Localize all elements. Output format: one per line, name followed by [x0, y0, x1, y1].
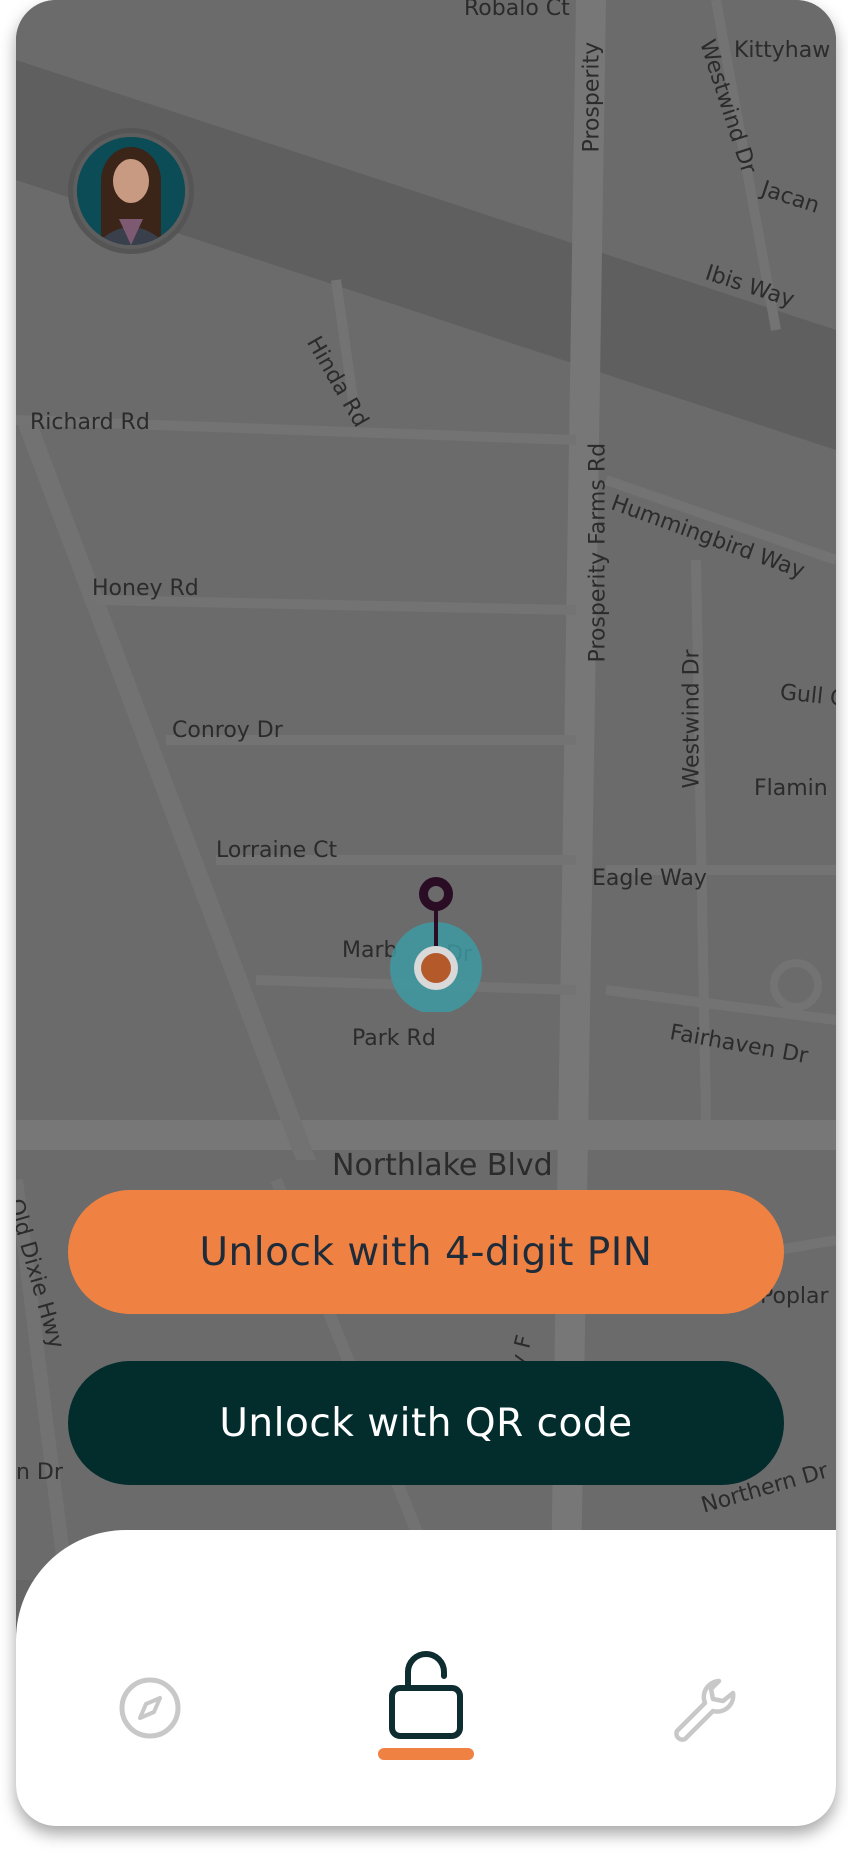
unlock-qr-button[interactable]: Unlock with QR code: [68, 1361, 784, 1485]
street-label: Prosperity: [579, 41, 605, 153]
street-label: Lorraine Ct: [216, 838, 338, 863]
bottom-navigation: [16, 1530, 836, 1826]
street-label: Kittyhaw: [734, 38, 831, 63]
street-label: Conroy Dr: [172, 718, 283, 743]
unlock-qr-label: Unlock with QR code: [219, 1400, 633, 1446]
unlock-pin-button[interactable]: Unlock with 4-digit PIN: [68, 1190, 784, 1314]
unlock-icon[interactable]: [386, 1636, 466, 1748]
street-label: Prosperity Farms Rd: [585, 442, 611, 663]
wrench-icon[interactable]: [662, 1668, 742, 1748]
street-label: Eagle Way: [592, 866, 707, 891]
phone-screen: Robalo Ct Kittyhaw Westwind Dr Prosperit…: [16, 0, 836, 1826]
street-label: Flamin: [754, 776, 828, 801]
location-marker[interactable]: [378, 872, 498, 1012]
street-label: n Dr: [16, 1460, 63, 1485]
unlock-pin-label: Unlock with 4-digit PIN: [199, 1229, 653, 1275]
street-label: Northlake Blvd: [332, 1148, 553, 1183]
active-tab-indicator: [378, 1748, 474, 1760]
street-label: Robalo Ct: [464, 0, 570, 21]
street-label: Richard Rd: [30, 410, 150, 435]
street-label: Westwind Dr: [679, 649, 705, 789]
map-view[interactable]: Robalo Ct Kittyhaw Westwind Dr Prosperit…: [16, 0, 836, 1580]
street-label: Park Rd: [352, 1026, 436, 1051]
street-label: Honey Rd: [92, 576, 199, 601]
compass-icon[interactable]: [110, 1668, 190, 1748]
user-avatar[interactable]: [68, 128, 194, 254]
avatar-photo: [77, 137, 185, 245]
